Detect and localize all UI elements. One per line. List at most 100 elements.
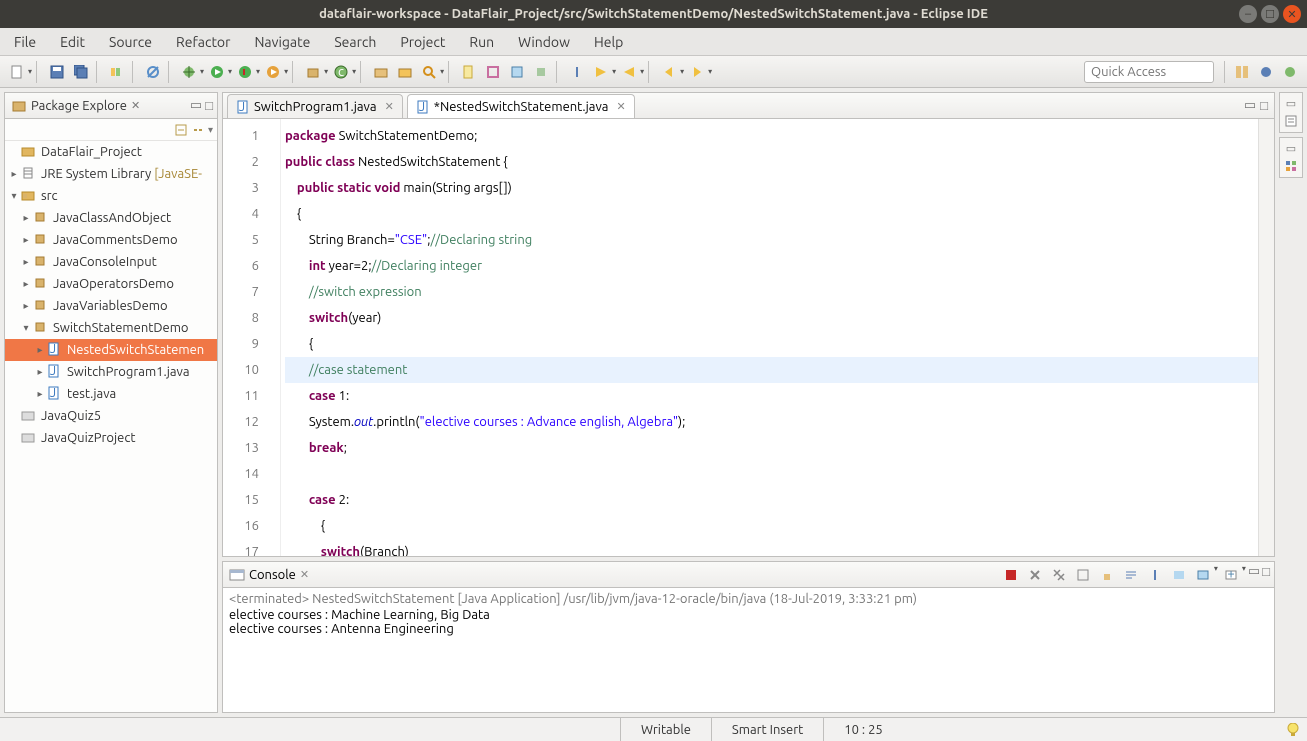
tree-item[interactable]: JavaQuiz5 <box>5 405 217 427</box>
paste-icon[interactable] <box>506 61 528 83</box>
new-console-icon[interactable]: + <box>1220 564 1242 586</box>
java-perspective-icon[interactable] <box>1255 61 1277 83</box>
tree-item[interactable]: ▸JNestedSwitchStatemen <box>5 339 217 361</box>
console-maximize-icon[interactable]: □ <box>1262 564 1270 586</box>
trim-restore2-icon[interactable]: ▭ <box>1286 142 1296 155</box>
task-list-icon[interactable] <box>1284 114 1298 128</box>
svg-text:+: + <box>1227 569 1234 581</box>
console-minimize-icon[interactable]: ▭ <box>1248 564 1260 586</box>
open-console-icon[interactable] <box>1192 564 1214 586</box>
save-icon[interactable] <box>46 61 68 83</box>
menu-help[interactable]: Help <box>584 30 633 54</box>
close-button[interactable]: ✕ <box>1283 5 1301 23</box>
coverage-icon[interactable] <box>234 61 256 83</box>
terminate-icon[interactable] <box>1000 564 1022 586</box>
panel-minimize-icon[interactable]: ▭ <box>190 98 202 113</box>
package-explorer-title: Package Explore <box>31 99 127 113</box>
overview-ruler[interactable] <box>1258 119 1274 556</box>
maximize-button[interactable]: ☐ <box>1261 5 1279 23</box>
console-tab-close-icon[interactable]: ✕ <box>300 568 309 581</box>
pin-icon[interactable] <box>566 61 588 83</box>
tree-item[interactable]: JavaQuizProject <box>5 427 217 449</box>
new-icon[interactable] <box>6 61 28 83</box>
back-icon[interactable] <box>658 61 680 83</box>
tree-item[interactable]: ▸JavaClassAndObject <box>5 207 217 229</box>
editor-maximize-icon[interactable]: □ <box>1260 98 1268 113</box>
tab-close-icon[interactable]: ✕ <box>616 100 625 113</box>
statusbar: Writable Smart Insert 10 : 25 <box>0 717 1307 741</box>
status-writable: Writable <box>620 718 711 741</box>
editor-tab[interactable]: JSwitchProgram1.java✕ <box>227 94 403 118</box>
fold-gutter[interactable] <box>267 119 281 556</box>
toggle-breadcrumb-icon[interactable] <box>106 61 128 83</box>
menu-window[interactable]: Window <box>508 30 580 54</box>
tab-close-icon[interactable]: ✕ <box>385 100 394 113</box>
editor-tab[interactable]: J*NestedSwitchStatement.java✕ <box>407 94 635 118</box>
menu-source[interactable]: Source <box>99 30 162 54</box>
minimize-button[interactable]: ‒ <box>1239 5 1257 23</box>
svg-text:J: J <box>50 342 56 356</box>
tree-item[interactable]: ▾SwitchStatementDemo <box>5 317 217 339</box>
skip-breakpoints-icon[interactable] <box>142 61 164 83</box>
run-last-icon[interactable] <box>262 61 284 83</box>
tree-item[interactable]: ▸Jtest.java <box>5 383 217 405</box>
tip-icon[interactable] <box>1287 723 1307 737</box>
menu-run[interactable]: Run <box>459 30 504 54</box>
svg-text:J: J <box>50 364 56 378</box>
menu-project[interactable]: Project <box>390 30 455 54</box>
tree-item[interactable]: ▸JavaVariablesDemo <box>5 295 217 317</box>
panel-maximize-icon[interactable]: □ <box>205 98 213 113</box>
cut-icon[interactable] <box>482 61 504 83</box>
menu-navigate[interactable]: Navigate <box>244 30 320 54</box>
tree-item[interactable]: ▾src <box>5 185 217 207</box>
display-console-icon[interactable] <box>1168 564 1190 586</box>
code-area[interactable]: package SwitchStatementDemo;public class… <box>281 119 1258 556</box>
package-explorer-panel: Package Explore ✕ ▭ □ ▾ DataFlair_Projec… <box>4 92 218 713</box>
tree-item[interactable]: ▸JavaOperatorsDemo <box>5 273 217 295</box>
trim-restore-icon[interactable]: ▭ <box>1286 97 1296 110</box>
word-wrap-icon[interactable] <box>1120 564 1142 586</box>
folder-icon[interactable] <box>394 61 416 83</box>
package-tree[interactable]: DataFlair_Project▸JRE System Library [Ja… <box>5 141 217 712</box>
open-perspective-icon[interactable] <box>1231 61 1253 83</box>
forward-icon[interactable] <box>686 61 708 83</box>
link-editor-icon[interactable] <box>191 123 205 137</box>
menu-edit[interactable]: Edit <box>50 30 95 54</box>
run-icon[interactable] <box>206 61 228 83</box>
tree-item[interactable]: ▸JavaConsoleInput <box>5 251 217 273</box>
collapse-all-icon[interactable] <box>174 123 188 137</box>
open-type-icon[interactable] <box>370 61 392 83</box>
build-icon[interactable] <box>530 61 552 83</box>
menu-search[interactable]: Search <box>324 30 386 54</box>
new-class-icon[interactable]: c <box>330 61 352 83</box>
toggle-mark-icon[interactable] <box>458 61 480 83</box>
console-output[interactable]: elective courses : Machine Learning, Big… <box>229 608 1268 636</box>
remove-terminated-icon[interactable] <box>1024 564 1046 586</box>
pin-console-icon[interactable] <box>1144 564 1166 586</box>
debug-perspective-icon[interactable] <box>1279 61 1301 83</box>
status-cursor-pos: 10 : 25 <box>823 718 902 741</box>
view-menu-icon[interactable]: ▾ <box>208 124 213 136</box>
outline-icon[interactable] <box>1284 159 1298 173</box>
titlebar: dataflair-workspace - DataFlair_Project/… <box>0 0 1307 28</box>
scroll-lock-icon[interactable] <box>1096 564 1118 586</box>
tree-item[interactable]: ▸JavaCommentsDemo <box>5 229 217 251</box>
tree-item[interactable]: DataFlair_Project <box>5 141 217 163</box>
clear-console-icon[interactable] <box>1072 564 1094 586</box>
tree-item[interactable]: ▸JRE System Library [JavaSE- <box>5 163 217 185</box>
new-package-icon[interactable] <box>302 61 324 83</box>
editor-minimize-icon[interactable]: ▭ <box>1244 98 1256 113</box>
quick-access-input[interactable] <box>1084 61 1214 83</box>
debug-icon[interactable] <box>178 61 200 83</box>
svg-text:J: J <box>239 100 245 114</box>
menu-file[interactable]: File <box>4 30 46 54</box>
panel-close-icon[interactable]: ✕ <box>131 99 140 112</box>
editor-pane: JSwitchProgram1.java✕J*NestedSwitchState… <box>222 92 1275 557</box>
search-icon[interactable] <box>418 61 440 83</box>
next-annotation-icon[interactable] <box>590 61 612 83</box>
remove-all-icon[interactable] <box>1048 564 1070 586</box>
tree-item[interactable]: ▸JSwitchProgram1.java <box>5 361 217 383</box>
menu-refactor[interactable]: Refactor <box>166 30 240 54</box>
save-all-icon[interactable] <box>70 61 92 83</box>
prev-annotation-icon[interactable] <box>618 61 640 83</box>
